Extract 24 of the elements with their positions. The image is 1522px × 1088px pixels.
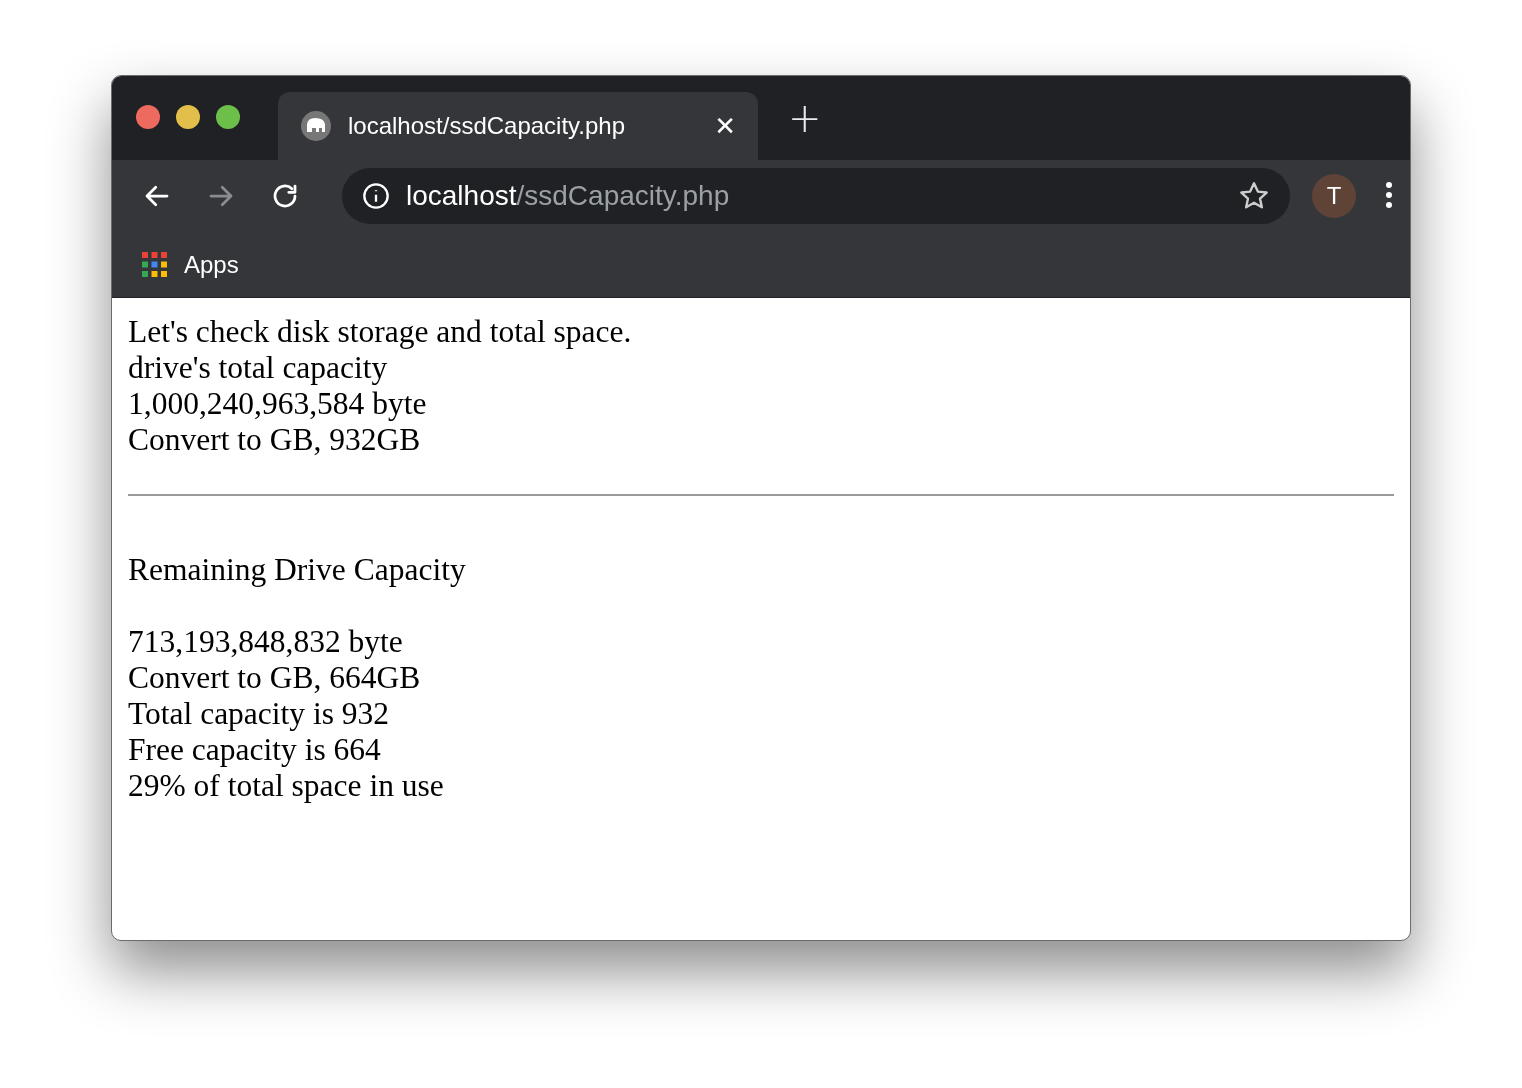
page-text: 713,193,848,832 byte xyxy=(128,624,404,660)
page-text: Let's check disk storage and total space. xyxy=(128,314,633,350)
bookmark-link[interactable]: Apps xyxy=(142,250,239,279)
browser-tab[interactable]: localhost/ssdCapacity.php ✕ xyxy=(278,92,758,160)
minimize-window-button[interactable] xyxy=(176,105,200,129)
menu-icon[interactable] xyxy=(1384,181,1394,211)
page-text: 29% of total space in use xyxy=(128,768,445,804)
page-text: drive's total capacity xyxy=(128,350,389,386)
new-tab-button[interactable]: + xyxy=(780,95,830,141)
address-bar[interactable]: localhost/ssdCapacity.php xyxy=(342,168,1290,224)
info-icon xyxy=(362,182,390,210)
apps-grid-icon xyxy=(142,251,168,278)
close-window-button[interactable] xyxy=(136,105,160,129)
zoom-window-button[interactable] xyxy=(216,105,240,129)
profile-avatar[interactable]: T xyxy=(1312,174,1356,218)
page-text: Total capacity is 932 xyxy=(128,696,391,732)
page-text: 1,000,240,963,584 byte xyxy=(128,386,428,422)
close-tab-button[interactable]: ✕ xyxy=(710,111,740,141)
page-text: Remaining Drive Capacity xyxy=(128,552,467,588)
page-text: Convert to GB, 932GB xyxy=(128,422,422,458)
page-text: Convert to GB, 664GB xyxy=(128,660,422,696)
url-text: localhost/ssdCapacity.php xyxy=(406,180,731,212)
tab-title: localhost/ssdCapacity.php xyxy=(348,112,627,140)
page-text: Free capacity is 664 xyxy=(128,732,382,768)
